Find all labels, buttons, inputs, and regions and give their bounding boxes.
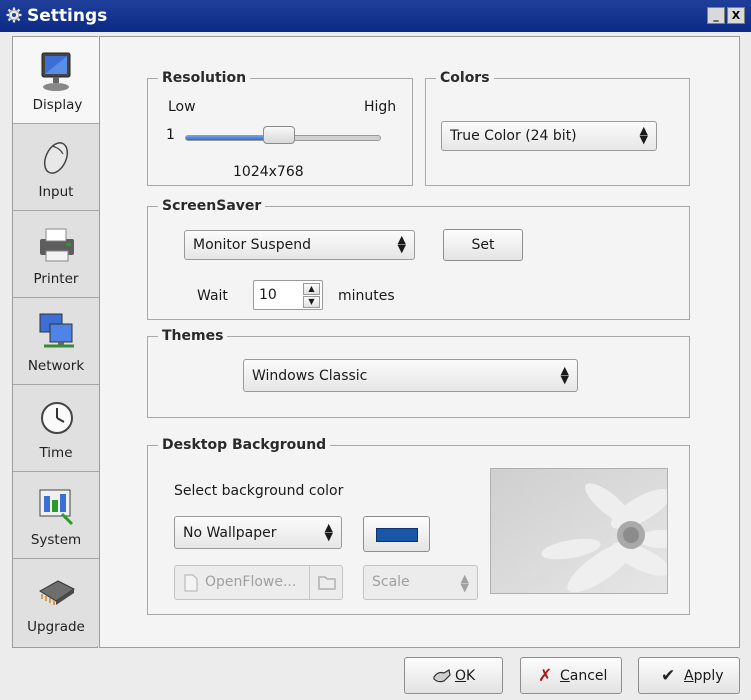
close-button[interactable]: X (727, 7, 745, 24)
updown-arrow-icon: ▲ ▼ (397, 233, 406, 255)
cancel-x-icon: ✗ (538, 666, 553, 686)
sidebar-item-system[interactable]: System (13, 472, 99, 559)
updown-arrow-icon: ▲ ▼ (560, 364, 569, 386)
sidebar-item-label: Network (27, 358, 85, 374)
sidebar-item-label: Input (38, 184, 74, 200)
sidebar-item-network[interactable]: Network (13, 298, 99, 385)
spin-up-icon[interactable]: ▲ (303, 283, 320, 295)
updown-arrow-icon: ▲ ▼ (324, 521, 333, 543)
open-file-label: OpenFlowe... (205, 574, 297, 590)
wallpaper-value: No Wallpaper (183, 525, 277, 541)
check-hand-icon (432, 667, 452, 689)
themes-group-title: Themes (162, 328, 224, 344)
minimize-button[interactable]: _ (707, 7, 725, 24)
sidebar-item-printer[interactable]: Printer (13, 211, 99, 298)
sidebar-item-label: Display (32, 97, 83, 113)
screensaver-value: Monitor Suspend (193, 237, 311, 253)
sidebar-item-label: Upgrade (27, 619, 85, 635)
checkmark-icon: ✔ (661, 666, 676, 686)
sidebar-item-upgrade[interactable]: Upgrade (13, 559, 99, 646)
updown-arrow-icon: ▲ ▼ (639, 124, 648, 146)
wait-label: Wait (197, 288, 228, 304)
colors-group-title: Colors (440, 70, 490, 86)
scale-select[interactable]: Scale ▲ ▼ (363, 565, 478, 600)
screensaver-group-title: ScreenSaver (162, 198, 262, 214)
spin-down-icon[interactable]: ▼ (303, 296, 320, 308)
scale-value: Scale (372, 574, 410, 590)
theme-select[interactable]: Windows Classic ▲ ▼ (243, 359, 578, 392)
wait-minutes-spinbox[interactable]: 10 ▲ ▼ (253, 280, 323, 310)
apply-button[interactable]: ✔ Apply (638, 657, 740, 694)
sidebar: Display Input Printer Network Time Syste… (12, 36, 102, 648)
screensaver-select[interactable]: Monitor Suspend ▲ ▼ (184, 230, 415, 260)
wallpaper-preview (490, 468, 683, 594)
screensaver-set-button[interactable]: Set (443, 229, 523, 261)
select-background-color-label: Select background color (174, 483, 344, 499)
sidebar-item-display[interactable]: Display (13, 37, 102, 124)
wait-minutes-value: 10 (259, 287, 277, 303)
wallpaper-select[interactable]: No Wallpaper ▲ ▼ (174, 516, 342, 549)
sidebar-item-time[interactable]: Time (13, 385, 99, 472)
cancel-button[interactable]: ✗ Cancel (520, 657, 622, 694)
open-file-button[interactable]: OpenFlowe... (174, 565, 343, 600)
minutes-label: minutes (338, 288, 395, 304)
resolution-value: 1024x768 (233, 164, 304, 180)
color-depth-select[interactable]: True Color (24 bit) ▲ ▼ (441, 121, 657, 151)
cancel-label: Cancel (560, 668, 608, 684)
background-color-button[interactable] (363, 516, 430, 552)
color-swatch (376, 528, 418, 542)
folder-icon (318, 575, 336, 594)
window-title: Settings (27, 6, 108, 26)
resolution-group-title: Resolution (162, 70, 247, 86)
updown-arrow-icon: ▲ ▼ (460, 572, 469, 594)
sidebar-item-label: Printer (33, 271, 79, 287)
resolution-high-label: High (364, 99, 397, 115)
divider (309, 566, 310, 599)
resolution-min-label: 1 (166, 127, 175, 143)
flower-preview-image (491, 469, 683, 593)
file-icon (184, 574, 198, 596)
settings-gear-icon (6, 7, 22, 28)
sidebar-item-label: Time (39, 445, 73, 461)
resolution-slider-thumb[interactable] (263, 126, 295, 144)
theme-value: Windows Classic (252, 368, 368, 384)
ok-label: OK (455, 668, 476, 684)
color-depth-value: True Color (24 bit) (450, 128, 577, 144)
apply-label: Apply (684, 668, 724, 684)
resolution-low-label: Low (168, 99, 196, 115)
ok-button[interactable]: OK (404, 657, 503, 694)
title-bar: Settings _ X (0, 0, 751, 32)
sidebar-item-input[interactable]: Input (13, 124, 99, 211)
desktop-background-group-title: Desktop Background (162, 437, 327, 453)
sidebar-item-label: System (30, 532, 82, 548)
